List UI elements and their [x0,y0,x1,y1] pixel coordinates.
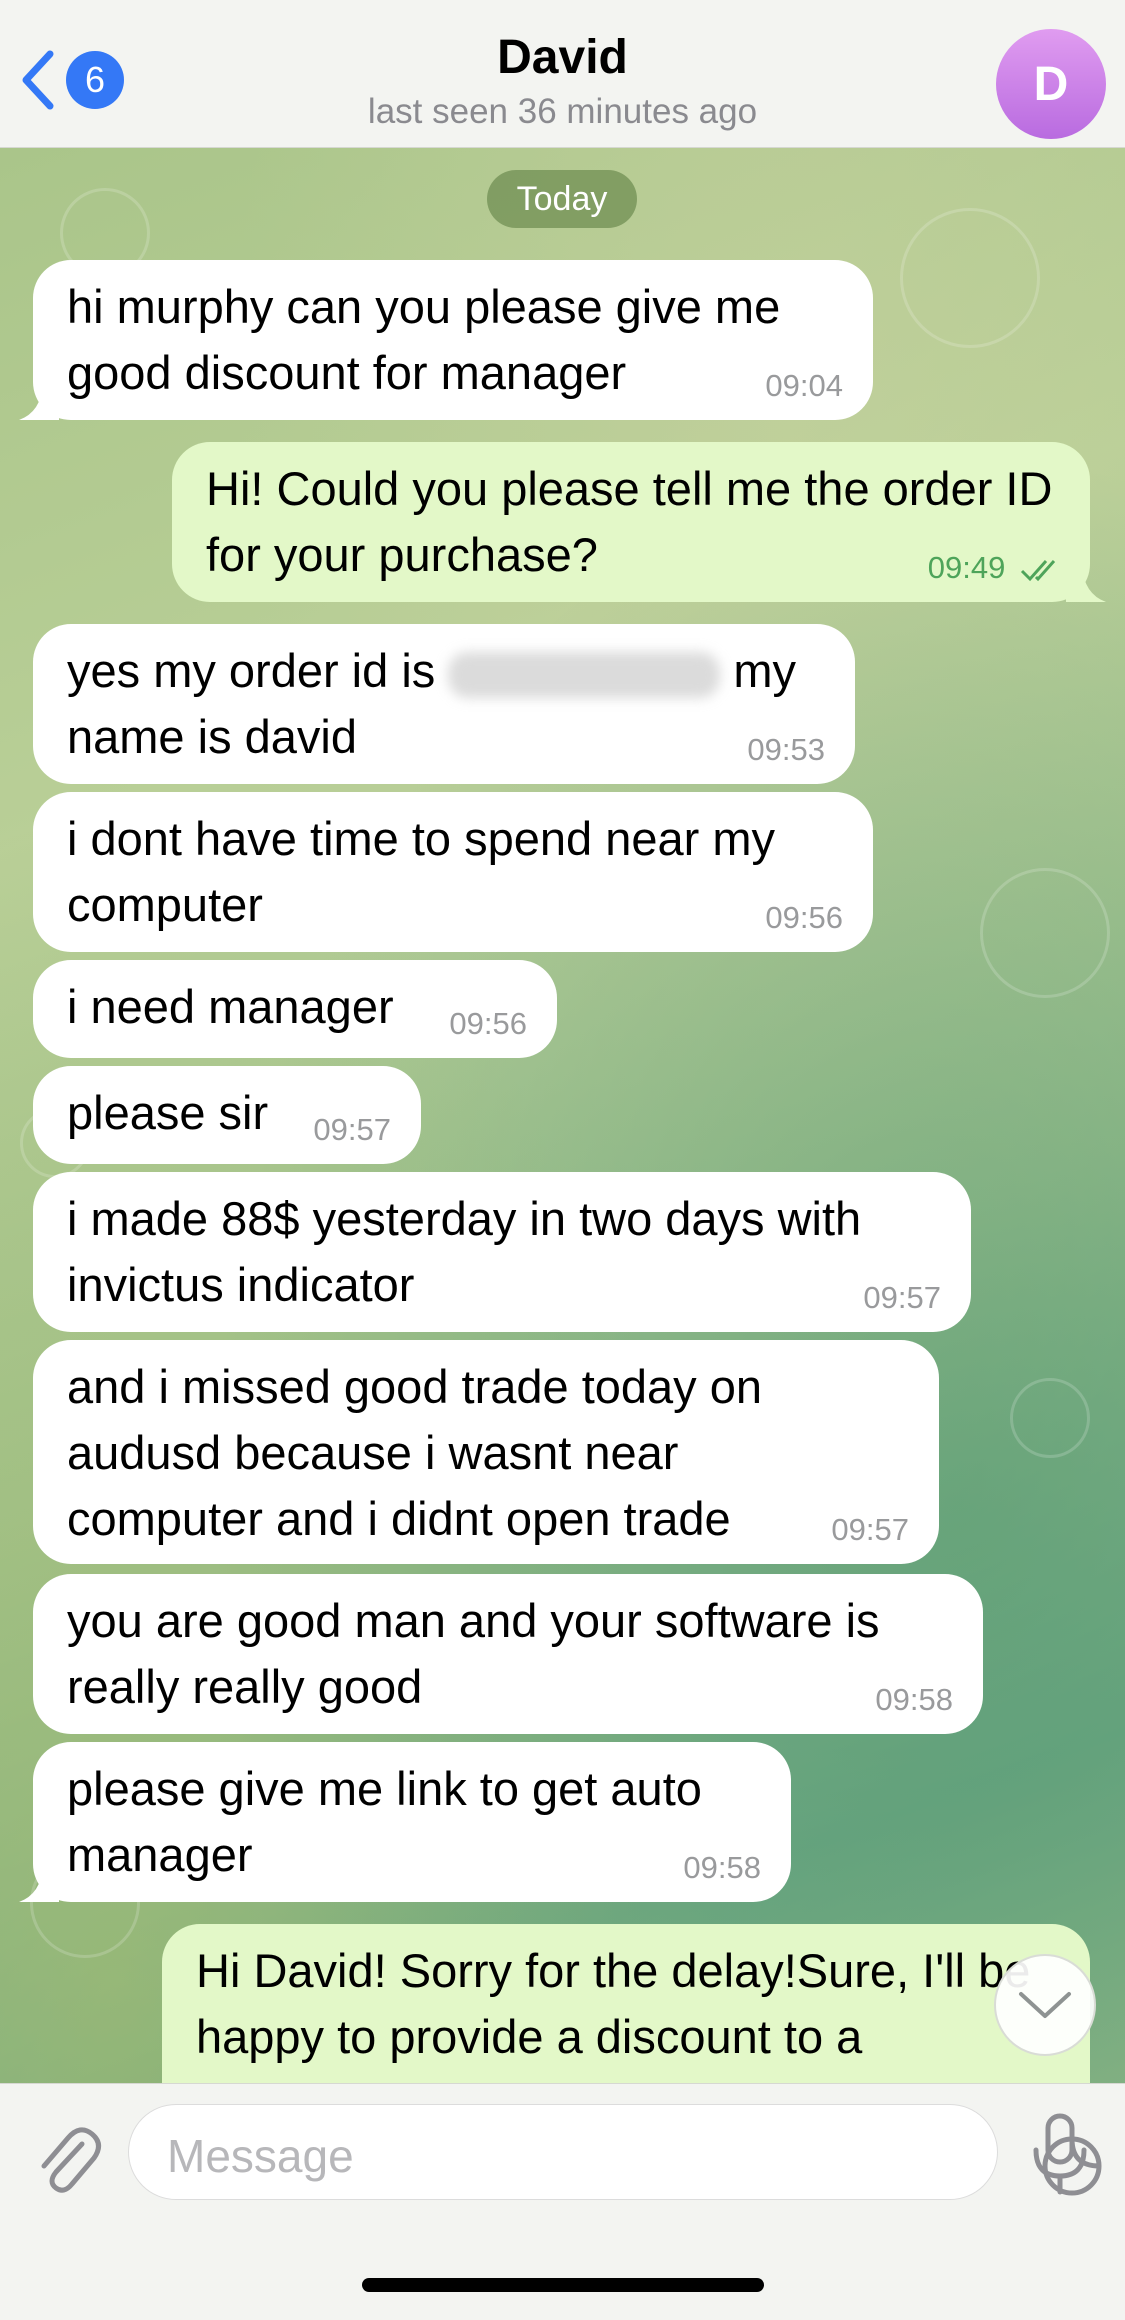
message-text: you are good man and your software is re… [67,1594,880,1713]
message-time: 09:56 [765,900,843,935]
message-time: 09:53 [747,732,825,767]
message-bubble-incoming[interactable]: and i missed good trade today on audusd … [33,1340,939,1564]
message-time: 09:58 [875,1682,953,1717]
chat-title[interactable]: David [0,30,1125,85]
message-input-placeholder: Message [167,2130,354,2182]
message-bubble-incoming[interactable]: you are good man and your software is re… [33,1574,983,1734]
message-text: and i missed good trade today on audusd … [67,1360,763,1545]
avatar[interactable]: D [996,29,1106,139]
message-time: 09:56 [449,1006,527,1041]
message-time: 09:04 [765,368,843,403]
message-text: i made 88$ yesterday in two days with in… [67,1192,862,1311]
double-check-icon [1020,559,1056,581]
last-seen-status: last seen 36 minutes ago [367,92,758,131]
scroll-to-bottom-button[interactable] [994,1954,1096,2056]
message-bubble-outgoing[interactable]: Hi David! Sorry for the delay!Sure, I'll… [162,1924,1090,2083]
message-text: hi murphy can you please give me good di… [67,280,781,399]
message-time: 09:57 [863,1280,941,1315]
message-text: i dont have time to spend near my comput… [67,812,776,931]
message-text: please give me link to get auto manager [67,1762,702,1881]
message-bubble-incoming[interactable]: hi murphy can you please give me good di… [19,260,873,420]
paperclip-icon[interactable] [32,2114,102,2204]
message-time: 09:58 [683,1850,761,1885]
date-separator: Today [487,170,637,228]
chat-header: 6 David last seen 36 minutes ago D [0,0,1125,148]
chevron-down-icon [1019,1992,1071,2018]
microphone-icon[interactable] [1030,2112,1090,2196]
message-text: yes my order id is my name is david [67,638,827,770]
message-bubble-incoming[interactable]: i made 88$ yesterday in two days with in… [33,1172,971,1332]
message-time: 09:57 [831,1512,909,1547]
bubble-tail [1066,566,1106,602]
message-text: Hi David! Sorry for the delay!Sure, I'll… [196,1944,1031,2063]
redacted-order-id [448,651,721,698]
message-input[interactable]: Message [128,2104,1102,2200]
message-text-part: yes my order id is [67,644,436,697]
message-bubble-incoming[interactable]: please give me link to get auto manager … [19,1742,791,1902]
message-bubble-outgoing[interactable]: Hi! Could you please tell me the order I… [172,442,1106,602]
message-time: 09:49 [928,550,1064,586]
bubble-tail [19,384,59,420]
message-bubble-incoming[interactable]: i dont have time to spend near my comput… [33,792,873,952]
bubble-tail [19,1866,59,1902]
message-bubble-incoming[interactable]: yes my order id is my name is david 09:5… [33,624,855,784]
message-bubble-incoming[interactable]: i need manager 09:56 [33,960,557,1058]
message-bubble-incoming[interactable]: please sir 09:57 [33,1066,421,1164]
message-time: 09:57 [313,1112,391,1147]
home-indicator[interactable] [362,2278,764,2292]
